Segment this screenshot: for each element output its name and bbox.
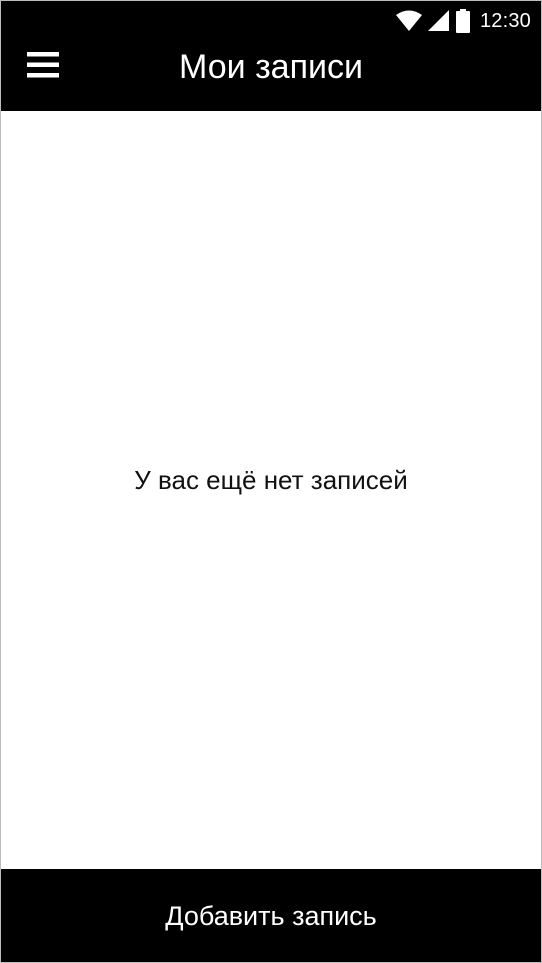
wifi-icon	[395, 10, 422, 31]
app-bar: 12:30 Мои записи	[1, 1, 541, 111]
status-time: 12:30	[479, 9, 531, 32]
add-record-button[interactable]: Добавить запись	[1, 869, 541, 962]
cellular-signal-icon	[427, 10, 449, 31]
status-bar: 12:30	[395, 1, 531, 41]
app-screen: 12:30 Мои записи У вас ещё нет записей Д…	[0, 0, 542, 963]
battery-icon	[455, 9, 470, 33]
empty-state-message: У вас ещё нет записей	[134, 464, 408, 495]
page-title: Мои записи	[179, 48, 363, 86]
records-list-area: У вас ещё нет записей	[1, 111, 541, 869]
